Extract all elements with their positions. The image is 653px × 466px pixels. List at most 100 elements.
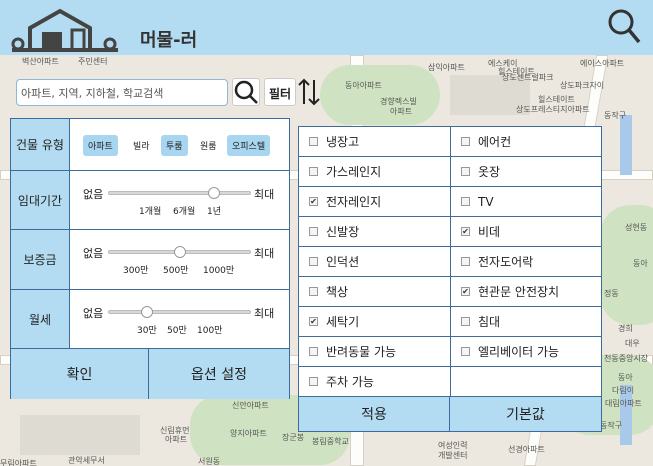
map-label: 선경아파트 xyxy=(508,445,545,454)
map-label: 관악세무서 xyxy=(68,456,105,465)
lease-max-label: 최대 xyxy=(254,188,275,201)
option-item[interactable]: 옷장 xyxy=(451,157,601,187)
option-item[interactable]: 책상 xyxy=(299,277,450,307)
checkbox-checked[interactable]: ✔ xyxy=(461,287,470,296)
option-item[interactable]: ✔ 전자레인지 xyxy=(299,187,450,217)
option-label: 전자레인지 xyxy=(326,195,382,209)
option-label: 현관문 안전장치 xyxy=(478,285,560,299)
deposit-min-label: 없음 xyxy=(83,247,104,260)
option-item[interactable]: 에어컨 xyxy=(451,127,601,157)
option-item[interactable]: 인덕션 xyxy=(299,247,450,277)
option-item[interactable]: ✔ 현관문 안전장치 xyxy=(451,277,601,307)
checkbox[interactable] xyxy=(461,167,470,176)
checkbox-checked[interactable]: ✔ xyxy=(309,317,318,326)
map-label: 개발센터 xyxy=(438,451,468,460)
option-item[interactable]: 냉장고 xyxy=(299,127,450,157)
deposit-row: 보증금 없음 최대 300만 500만 1000만 xyxy=(11,230,289,290)
apply-button[interactable]: 적용 xyxy=(299,397,450,431)
checkbox[interactable] xyxy=(309,377,318,386)
map-label: 무림아파트 xyxy=(0,459,37,466)
checkbox-checked[interactable]: ✔ xyxy=(461,227,470,236)
map-label: 동작구 xyxy=(600,421,623,430)
option-label: 가스레인지 xyxy=(326,165,382,179)
option-label: 전자도어락 xyxy=(478,255,534,269)
reset-button[interactable]: 기본값 xyxy=(450,397,601,431)
checkbox[interactable] xyxy=(461,317,470,326)
lease-tick: 1개월 xyxy=(139,207,162,217)
rent-slider-track[interactable] xyxy=(108,310,251,314)
lease-slider-thumb[interactable] xyxy=(208,187,220,199)
filter-panel: 건물 유형 아파트 빌라 투룸 원룸 오피스텔 임대기간 없음 최대 1개월 6… xyxy=(10,118,290,399)
rent-slider-thumb[interactable] xyxy=(141,306,153,318)
option-label: 에어컨 xyxy=(478,135,512,149)
map-label: 삼익아파트 xyxy=(428,63,465,72)
map-label: 대우 xyxy=(625,339,640,348)
checkbox[interactable] xyxy=(461,257,470,266)
rent-tick: 30만 xyxy=(137,326,157,336)
option-label: 냉장고 xyxy=(326,135,360,149)
option-item[interactable]: TV xyxy=(451,187,601,217)
checkbox[interactable] xyxy=(309,137,318,146)
checkbox[interactable] xyxy=(461,137,470,146)
rent-min-label: 없음 xyxy=(83,307,104,320)
sort-icon[interactable] xyxy=(296,76,322,108)
map-label: 동작구 xyxy=(604,111,627,120)
map-label: 아파트 xyxy=(165,435,188,444)
chip-apartment[interactable]: 아파트 xyxy=(83,135,118,156)
map-label: 서원동 xyxy=(198,457,221,466)
checkbox[interactable] xyxy=(461,347,470,356)
confirm-button[interactable]: 확인 xyxy=(11,349,149,399)
option-item[interactable]: 반려동물 가능 xyxy=(299,337,450,367)
chip-officetel[interactable]: 오피스텔 xyxy=(227,135,271,156)
checkbox[interactable] xyxy=(309,227,318,236)
option-item[interactable]: ✔ 세탁기 xyxy=(299,307,450,337)
search-icon xyxy=(234,80,258,104)
chip-oneroom[interactable]: 원룸 xyxy=(195,135,222,156)
lease-tick: 6개월 xyxy=(173,207,196,217)
checkbox-checked[interactable]: ✔ xyxy=(309,197,318,206)
option-settings-button[interactable]: 옵션 설정 xyxy=(149,349,289,399)
map-label: 상도프레스티지아파트 xyxy=(516,105,590,114)
deposit-tick: 500만 xyxy=(163,266,189,276)
rent-tick: 100만 xyxy=(197,326,223,336)
checkbox[interactable] xyxy=(309,167,318,176)
header-search-icon[interactable] xyxy=(607,8,641,46)
option-item[interactable]: 침대 xyxy=(451,307,601,337)
checkbox[interactable] xyxy=(309,257,318,266)
option-item[interactable]: 엘리베이터 가능 xyxy=(451,337,601,367)
option-item[interactable]: 가스레인지 xyxy=(299,157,450,187)
chip-tworoom[interactable]: 투룸 xyxy=(161,135,188,156)
option-label: 반려동물 가능 xyxy=(326,345,397,359)
checkbox[interactable] xyxy=(309,347,318,356)
building-type-row: 건물 유형 아파트 빌라 투룸 원룸 오피스텔 xyxy=(11,119,289,171)
option-label: 침대 xyxy=(478,315,501,329)
map-label: 동아 xyxy=(633,259,648,268)
map-label: 신안아파트 xyxy=(232,401,269,410)
rent-tick: 50만 xyxy=(167,326,187,336)
deposit-slider-thumb[interactable] xyxy=(174,246,186,258)
map-label: 대림아파트 xyxy=(605,399,642,408)
chip-villa[interactable]: 빌라 xyxy=(128,135,155,156)
filter-button[interactable]: 필터 xyxy=(264,78,296,106)
map-label: 봉림중학교 xyxy=(312,437,349,446)
lease-min-label: 없음 xyxy=(83,188,104,201)
option-item[interactable]: 신발장 xyxy=(299,217,450,247)
lease-slider-track[interactable] xyxy=(108,191,251,195)
option-item[interactable]: ✔ 비데 xyxy=(451,217,601,247)
map-label: 에이스아파트 xyxy=(580,59,625,68)
checkbox[interactable] xyxy=(461,197,470,206)
map-label: 동아아파트 xyxy=(345,81,382,90)
checkbox[interactable] xyxy=(309,287,318,296)
map-label: 상도센트럴파크 xyxy=(502,73,554,82)
option-item[interactable]: 주차 가능 xyxy=(299,367,450,397)
deposit-label: 보증금 xyxy=(11,230,70,289)
deposit-tick: 300만 xyxy=(123,266,149,276)
search-button[interactable] xyxy=(232,78,260,106)
lease-tick: 1년 xyxy=(207,207,222,217)
option-item[interactable]: 전자도어락 xyxy=(451,247,601,277)
map-label: 천동중앙시장 xyxy=(604,354,649,363)
map-label: 상도파크자이 xyxy=(560,81,605,90)
app-header: 머물-러 xyxy=(0,0,653,55)
rent-max-label: 최대 xyxy=(254,307,275,320)
search-input[interactable]: 아파트, 지역, 지하철, 학교검색 xyxy=(16,79,228,106)
